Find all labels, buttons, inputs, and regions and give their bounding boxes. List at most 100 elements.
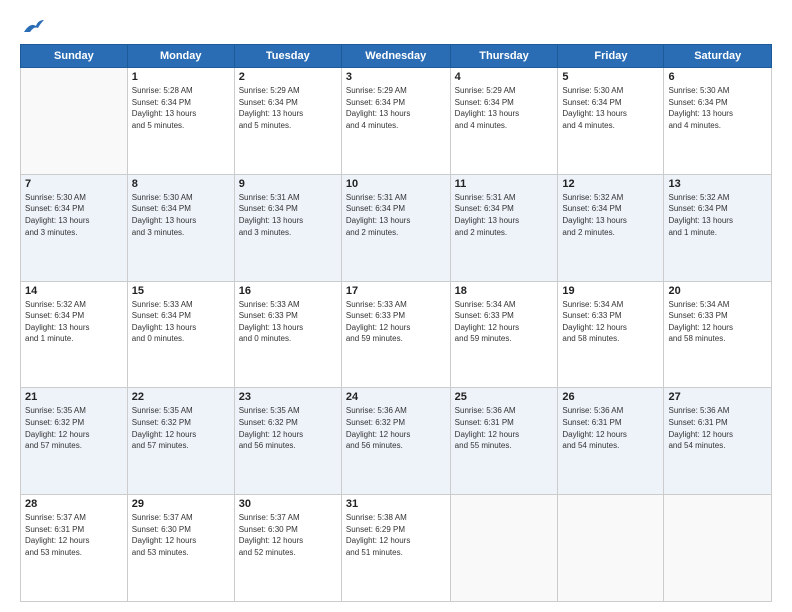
calendar-cell: 13 Sunrise: 5:32 AM Sunset: 6:34 PM Dayli… [664, 174, 772, 281]
day-header-sunday: Sunday [21, 45, 128, 68]
day-number: 24 [346, 391, 446, 403]
calendar-week-3: 21 Sunrise: 5:35 AM Sunset: 6:32 PM Dayli… [21, 388, 772, 495]
calendar-cell: 4Sunrise: 5:29 AM Sunset: 6:34 PM Daylig… [450, 68, 558, 175]
day-number: 29 [132, 498, 230, 510]
calendar-cell: 18 Sunrise: 5:34 AM Sunset: 6:33 PM Dayli… [450, 281, 558, 388]
cell-info: Sunrise: 5:37 AM Sunset: 6:30 PM Dayligh… [132, 512, 230, 558]
calendar-cell: 23 Sunrise: 5:35 AM Sunset: 6:32 PM Dayli… [234, 388, 341, 495]
day-number: 31 [346, 498, 446, 510]
calendar-cell: 14 Sunrise: 5:32 AM Sunset: 6:34 PM Dayli… [21, 281, 128, 388]
calendar-cell: 5 Sunrise: 5:30 AM Sunset: 6:34 PM Daylig… [558, 68, 664, 175]
calendar-cell: 11 Sunrise: 5:31 AM Sunset: 6:34 PM Dayli… [450, 174, 558, 281]
day-number: 15 [132, 285, 230, 297]
day-number: 17 [346, 285, 446, 297]
day-header-tuesday: Tuesday [234, 45, 341, 68]
calendar-cell: 17 Sunrise: 5:33 AM Sunset: 6:33 PM Dayli… [341, 281, 450, 388]
cell-info: Sunrise: 5:38 AM Sunset: 6:29 PM Dayligh… [346, 512, 446, 558]
calendar-week-1: 7 Sunrise: 5:30 AM Sunset: 6:34 PM Daylig… [21, 174, 772, 281]
calendar-cell: 22 Sunrise: 5:35 AM Sunset: 6:32 PM Dayli… [127, 388, 234, 495]
logo [20, 18, 44, 36]
cell-info: Sunrise: 5:31 AM Sunset: 6:34 PM Dayligh… [455, 192, 554, 238]
day-number: 22 [132, 391, 230, 403]
day-number: 11 [455, 178, 554, 190]
calendar-week-0: 1Sunrise: 5:28 AM Sunset: 6:34 PM Daylig… [21, 68, 772, 175]
cell-info: Sunrise: 5:31 AM Sunset: 6:34 PM Dayligh… [239, 192, 337, 238]
cell-info: Sunrise: 5:37 AM Sunset: 6:31 PM Dayligh… [25, 512, 123, 558]
calendar-cell: 6Sunrise: 5:30 AM Sunset: 6:34 PM Daylig… [664, 68, 772, 175]
calendar-cell: 26 Sunrise: 5:36 AM Sunset: 6:31 PM Dayli… [558, 388, 664, 495]
logo-bird-icon [22, 18, 44, 36]
day-number: 3 [346, 71, 446, 83]
calendar-cell: 20 Sunrise: 5:34 AM Sunset: 6:33 PM Dayli… [664, 281, 772, 388]
calendar-week-4: 28 Sunrise: 5:37 AM Sunset: 6:31 PM Dayli… [21, 495, 772, 602]
calendar-cell: 30 Sunrise: 5:37 AM Sunset: 6:30 PM Dayli… [234, 495, 341, 602]
calendar-cell: 3Sunrise: 5:29 AM Sunset: 6:34 PM Daylig… [341, 68, 450, 175]
day-number: 14 [25, 285, 123, 297]
day-number: 1 [132, 71, 230, 83]
cell-info: Sunrise: 5:32 AM Sunset: 6:34 PM Dayligh… [668, 192, 767, 238]
day-number: 8 [132, 178, 230, 190]
day-header-monday: Monday [127, 45, 234, 68]
calendar-cell: 7 Sunrise: 5:30 AM Sunset: 6:34 PM Daylig… [21, 174, 128, 281]
day-number: 9 [239, 178, 337, 190]
calendar-cell: 1Sunrise: 5:28 AM Sunset: 6:34 PM Daylig… [127, 68, 234, 175]
cell-info: Sunrise: 5:34 AM Sunset: 6:33 PM Dayligh… [455, 299, 554, 345]
page: SundayMondayTuesdayWednesdayThursdayFrid… [0, 0, 792, 612]
day-number: 21 [25, 391, 123, 403]
cell-info: Sunrise: 5:34 AM Sunset: 6:33 PM Dayligh… [562, 299, 659, 345]
calendar-cell: 8Sunrise: 5:30 AM Sunset: 6:34 PM Daylig… [127, 174, 234, 281]
day-header-saturday: Saturday [664, 45, 772, 68]
cell-info: Sunrise: 5:30 AM Sunset: 6:34 PM Dayligh… [562, 85, 659, 131]
calendar-cell: 31 Sunrise: 5:38 AM Sunset: 6:29 PM Dayli… [341, 495, 450, 602]
day-number: 7 [25, 178, 123, 190]
calendar-header-row: SundayMondayTuesdayWednesdayThursdayFrid… [21, 45, 772, 68]
day-number: 28 [25, 498, 123, 510]
day-number: 10 [346, 178, 446, 190]
calendar-cell: 28 Sunrise: 5:37 AM Sunset: 6:31 PM Dayli… [21, 495, 128, 602]
cell-info: Sunrise: 5:30 AM Sunset: 6:34 PM Dayligh… [25, 192, 123, 238]
calendar-cell: 12 Sunrise: 5:32 AM Sunset: 6:34 PM Dayli… [558, 174, 664, 281]
calendar-cell [558, 495, 664, 602]
calendar-cell: 21 Sunrise: 5:35 AM Sunset: 6:32 PM Dayli… [21, 388, 128, 495]
cell-info: Sunrise: 5:30 AM Sunset: 6:34 PM Dayligh… [668, 85, 767, 131]
calendar-week-2: 14 Sunrise: 5:32 AM Sunset: 6:34 PM Dayli… [21, 281, 772, 388]
cell-info: Sunrise: 5:35 AM Sunset: 6:32 PM Dayligh… [239, 405, 337, 451]
day-number: 26 [562, 391, 659, 403]
day-number: 5 [562, 71, 659, 83]
calendar-cell: 27Sunrise: 5:36 AM Sunset: 6:31 PM Dayli… [664, 388, 772, 495]
cell-info: Sunrise: 5:32 AM Sunset: 6:34 PM Dayligh… [562, 192, 659, 238]
cell-info: Sunrise: 5:31 AM Sunset: 6:34 PM Dayligh… [346, 192, 446, 238]
cell-info: Sunrise: 5:32 AM Sunset: 6:34 PM Dayligh… [25, 299, 123, 345]
day-number: 2 [239, 71, 337, 83]
cell-info: Sunrise: 5:35 AM Sunset: 6:32 PM Dayligh… [25, 405, 123, 451]
day-number: 30 [239, 498, 337, 510]
day-number: 18 [455, 285, 554, 297]
cell-info: Sunrise: 5:36 AM Sunset: 6:31 PM Dayligh… [562, 405, 659, 451]
cell-info: Sunrise: 5:37 AM Sunset: 6:30 PM Dayligh… [239, 512, 337, 558]
calendar-cell: 15 Sunrise: 5:33 AM Sunset: 6:34 PM Dayli… [127, 281, 234, 388]
cell-info: Sunrise: 5:29 AM Sunset: 6:34 PM Dayligh… [455, 85, 554, 131]
day-number: 13 [668, 178, 767, 190]
header [20, 18, 772, 36]
calendar-cell: 16 Sunrise: 5:33 AM Sunset: 6:33 PM Dayli… [234, 281, 341, 388]
calendar-cell: 24Sunrise: 5:36 AM Sunset: 6:32 PM Dayli… [341, 388, 450, 495]
day-number: 16 [239, 285, 337, 297]
day-number: 19 [562, 285, 659, 297]
calendar-cell: 9 Sunrise: 5:31 AM Sunset: 6:34 PM Daylig… [234, 174, 341, 281]
cell-info: Sunrise: 5:33 AM Sunset: 6:34 PM Dayligh… [132, 299, 230, 345]
day-number: 23 [239, 391, 337, 403]
calendar-cell: 29 Sunrise: 5:37 AM Sunset: 6:30 PM Dayli… [127, 495, 234, 602]
day-number: 12 [562, 178, 659, 190]
calendar-cell: 19 Sunrise: 5:34 AM Sunset: 6:33 PM Dayli… [558, 281, 664, 388]
day-number: 25 [455, 391, 554, 403]
cell-info: Sunrise: 5:35 AM Sunset: 6:32 PM Dayligh… [132, 405, 230, 451]
day-number: 20 [668, 285, 767, 297]
cell-info: Sunrise: 5:34 AM Sunset: 6:33 PM Dayligh… [668, 299, 767, 345]
day-header-friday: Friday [558, 45, 664, 68]
cell-info: Sunrise: 5:33 AM Sunset: 6:33 PM Dayligh… [239, 299, 337, 345]
calendar-cell [21, 68, 128, 175]
calendar-cell: 25Sunrise: 5:36 AM Sunset: 6:31 PM Dayli… [450, 388, 558, 495]
cell-info: Sunrise: 5:33 AM Sunset: 6:33 PM Dayligh… [346, 299, 446, 345]
calendar-cell: 2Sunrise: 5:29 AM Sunset: 6:34 PM Daylig… [234, 68, 341, 175]
cell-info: Sunrise: 5:36 AM Sunset: 6:31 PM Dayligh… [668, 405, 767, 451]
